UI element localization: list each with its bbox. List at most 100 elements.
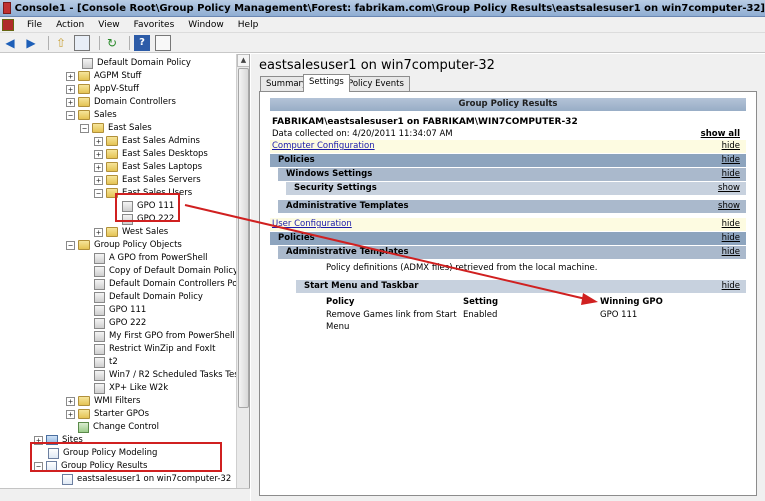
expand-icon[interactable]: + [94, 175, 103, 185]
section-label: User Configuration [272, 219, 352, 229]
console-system-icon[interactable] [2, 18, 14, 31]
forward-arrow-icon[interactable]: ▶ [23, 35, 39, 51]
tree-item-east-sales-laptops[interactable]: + East Sales Laptops [94, 161, 202, 173]
expand-icon[interactable]: + [94, 136, 103, 146]
section-user-admin-templates[interactable]: Administrative Templates hide [278, 246, 746, 259]
back-arrow-icon[interactable]: ◀ [2, 35, 18, 51]
expand-icon[interactable]: + [94, 227, 103, 237]
tree-item-result-eastsalesuser1[interactable]: eastsalesuser1 on win7computer-32 [62, 473, 231, 485]
refresh-icon[interactable]: ↻ [104, 35, 120, 51]
tab-policy-events[interactable]: Policy Events [342, 76, 410, 91]
section-computer-policies[interactable]: Policies hide [270, 154, 746, 167]
tree-item-gpo[interactable]: A GPO from PowerShell [94, 252, 208, 264]
tree-label: Restrict WinZip and FoxIt [109, 344, 216, 354]
hide-link[interactable]: hide [722, 218, 740, 231]
hide-link[interactable]: hide [722, 246, 740, 259]
show-link[interactable]: show [718, 200, 740, 213]
tree-label: Group Policy Objects [94, 240, 182, 250]
up-folder-icon[interactable]: ⇧ [53, 35, 69, 51]
tree-item-west-sales[interactable]: + West Sales [94, 226, 168, 238]
menu-file[interactable]: File [20, 20, 49, 30]
col-header-setting: Setting [463, 297, 499, 307]
section-label: Administrative Templates [286, 247, 409, 257]
collapse-icon[interactable]: − [94, 188, 103, 198]
menu-action[interactable]: Action [49, 20, 91, 30]
policy-setting-value: Enabled [463, 310, 498, 320]
expand-icon[interactable]: + [66, 97, 75, 107]
tree-item-domain-controllers[interactable]: + Domain Controllers [66, 96, 176, 108]
console-tree[interactable]: Default Domain Policy + AGPM Stuff + App… [0, 54, 250, 501]
hide-link[interactable]: hide [722, 140, 740, 153]
hide-link[interactable]: hide [722, 154, 740, 167]
section-security-settings[interactable]: Security Settings show [286, 182, 746, 195]
folder-icon [78, 396, 90, 406]
tree-label: East Sales Laptops [122, 162, 203, 172]
scroll-thumb[interactable] [238, 68, 249, 408]
gpo-icon [94, 356, 105, 368]
section-start-menu-taskbar[interactable]: Start Menu and Taskbar hide [296, 280, 746, 293]
show-link[interactable]: show [718, 182, 740, 195]
section-computer-admin-templates[interactable]: Administrative Templates show [278, 200, 746, 213]
tree-item-gpo[interactable]: Default Domain Controllers Policy [94, 278, 249, 290]
menu-bar: File Action View Favorites Window Help [0, 17, 765, 33]
expand-icon[interactable]: + [66, 396, 75, 406]
tree-item-wmi-filters[interactable]: + WMI Filters [66, 395, 140, 407]
tree-item-group-policy-objects[interactable]: − Group Policy Objects [66, 239, 182, 251]
scroll-up-icon[interactable]: ▲ [237, 54, 249, 67]
gpo-link-icon [82, 57, 93, 69]
tree-vertical-scrollbar[interactable]: ▲ ▼ [236, 54, 249, 501]
gpo-icon [94, 317, 105, 329]
hide-link[interactable]: hide [722, 232, 740, 245]
tree-item-gpo[interactable]: GPO 222 [94, 317, 146, 329]
section-user-configuration[interactable]: User Configuration hide [270, 218, 746, 231]
tree-item-change-control[interactable]: Change Control [78, 421, 159, 433]
tree-item-east-sales-servers[interactable]: + East Sales Servers [94, 174, 201, 186]
menu-window[interactable]: Window [181, 20, 231, 30]
tree-item-gpo[interactable]: XP+ Like W2k [94, 382, 168, 394]
expand-icon[interactable]: + [94, 149, 103, 159]
tree-item-default-domain-policy[interactable]: Default Domain Policy [82, 57, 191, 69]
help-icon[interactable]: ? [134, 34, 150, 51]
expand-icon[interactable]: + [66, 71, 75, 81]
tree-item-east-sales-admins[interactable]: + East Sales Admins [94, 135, 200, 147]
tree-item-gpo[interactable]: GPO 111 [94, 304, 146, 316]
hide-link[interactable]: hide [722, 280, 740, 293]
menu-help[interactable]: Help [231, 20, 266, 30]
tree-item-gpo[interactable]: Copy of Default Domain Policy [94, 265, 238, 277]
tree-item-appv-stuff[interactable]: + AppV-Stuff [66, 83, 139, 95]
tree-item-sales[interactable]: − Sales [66, 109, 117, 121]
expand-icon[interactable]: + [94, 162, 103, 172]
tab-settings[interactable]: Settings [303, 74, 350, 92]
admx-note: Policy definitions (ADMX files) retrieve… [326, 263, 598, 273]
tree-item-gpo[interactable]: t2 [94, 356, 118, 368]
tree-item-starter-gpos[interactable]: + Starter GPOs [66, 408, 149, 420]
collapse-icon[interactable]: − [80, 123, 89, 133]
section-label: Security Settings [294, 183, 377, 193]
tree-item-gpo[interactable]: My First GPO from PowerShell [94, 330, 235, 342]
tree-item-east-sales-desktops[interactable]: + East Sales Desktops [94, 148, 208, 160]
collapse-icon[interactable]: − [66, 110, 75, 120]
tree-item-gpo[interactable]: Win7 / R2 Scheduled Tasks Test [94, 369, 242, 381]
gpo-container-icon [78, 240, 90, 250]
tree-item-east-sales[interactable]: − East Sales [80, 122, 152, 134]
ou-folder-icon [78, 71, 90, 81]
properties-icon[interactable] [155, 34, 171, 51]
expand-icon[interactable]: + [66, 409, 75, 419]
show-hide-tree-icon[interactable] [74, 34, 90, 51]
section-computer-configuration[interactable]: Computer Configuration hide [270, 140, 746, 153]
hide-link[interactable]: hide [722, 168, 740, 181]
mmc-app-icon [3, 2, 11, 14]
tree-label: XP+ Like W2k [109, 383, 169, 393]
tree-item-agpm-stuff[interactable]: + AGPM Stuff [66, 70, 141, 82]
expand-icon[interactable]: + [66, 84, 75, 94]
change-control-icon [78, 421, 89, 433]
menu-favorites[interactable]: Favorites [127, 20, 182, 30]
show-all-link[interactable]: show all [701, 129, 740, 139]
section-user-policies[interactable]: Policies hide [270, 232, 746, 245]
section-windows-settings[interactable]: Windows Settings hide [278, 168, 746, 181]
menu-view[interactable]: View [91, 20, 126, 30]
tree-item-gpo[interactable]: Default Domain Policy [94, 291, 203, 303]
tree-item-gpo[interactable]: Restrict WinZip and FoxIt [94, 343, 215, 355]
collapse-icon[interactable]: − [66, 240, 75, 250]
tree-label: eastsalesuser1 on win7computer-32 [77, 474, 232, 484]
